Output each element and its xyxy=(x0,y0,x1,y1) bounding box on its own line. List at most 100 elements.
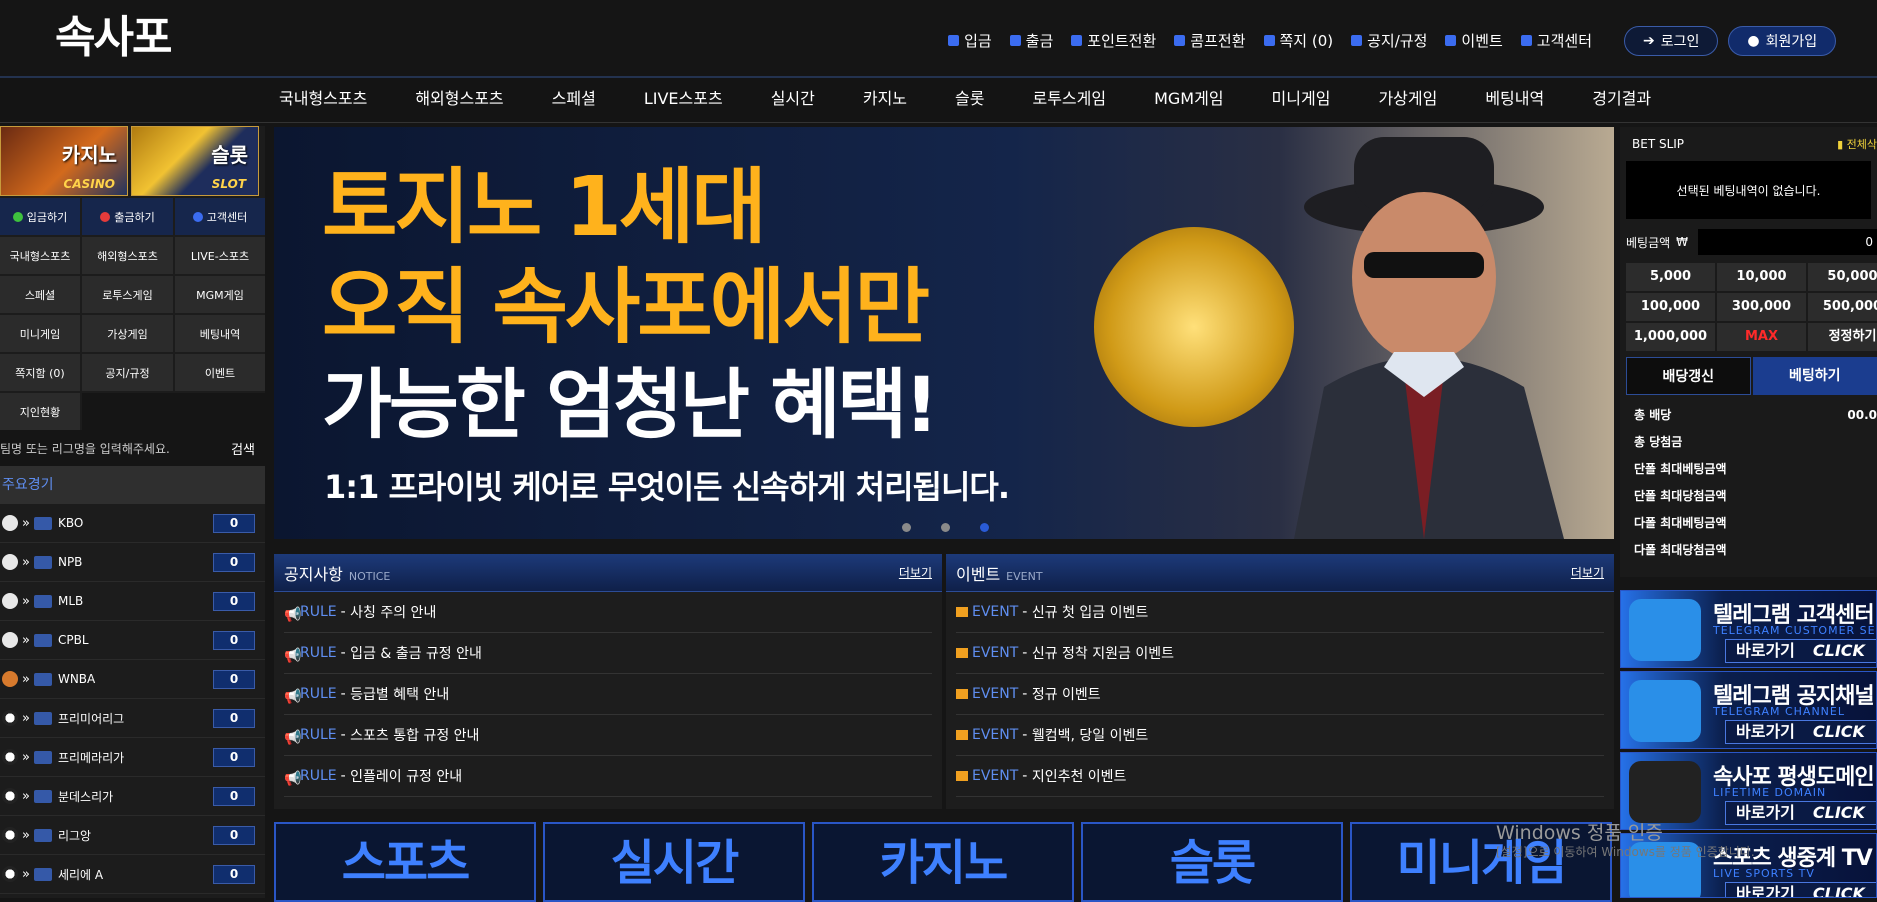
sidebar-item-mgm[interactable]: MGM게임 xyxy=(175,276,265,313)
notice-header: 공지사항 NOTICE 더보기 xyxy=(274,554,942,592)
banner-dot-3[interactable] xyxy=(980,523,989,532)
nav-domestic-sports[interactable]: 국내형스포츠 xyxy=(255,78,391,120)
sidebar-item-event[interactable]: 이벤트 xyxy=(175,354,265,391)
sidebar-item-referrals[interactable]: 지인현황 xyxy=(0,393,80,430)
sidebar-item-lotus[interactable]: 로투스게임 xyxy=(82,276,173,313)
sidebar-item-messages[interactable]: 쪽지함 (0) xyxy=(0,354,80,391)
nav-results[interactable]: 경기결과 xyxy=(1568,78,1675,120)
sidebar-empty-cell xyxy=(82,393,265,430)
promo-go-button[interactable]: 바로가기 CLICK xyxy=(1725,801,1876,825)
league-row-wnba[interactable]: » WNBA 0 xyxy=(0,660,265,699)
event-row[interactable]: EVENT - 신규 정착 지원금 이벤트 xyxy=(956,633,1604,674)
bet-slip-header: BET SLIP ▮ 전체삭 xyxy=(1620,127,1877,161)
nav-realtime[interactable]: 실시간 xyxy=(747,78,839,120)
double-chevron-icon: » xyxy=(22,515,30,531)
casino-button[interactable]: 카지노 CASINO xyxy=(0,126,128,196)
refresh-odds-button[interactable]: 배당갱신 xyxy=(1626,357,1751,395)
nav-overseas-sports[interactable]: 해외형스포츠 xyxy=(391,78,527,120)
tile-sports[interactable]: 스포츠 xyxy=(274,822,536,902)
banner-dot-2[interactable] xyxy=(941,523,950,532)
mascot-image xyxy=(1294,137,1564,539)
event-row[interactable]: EVENT - 정규 이벤트 xyxy=(956,674,1604,715)
sidebar-item-overseas-sports[interactable]: 해외형스포츠 xyxy=(82,237,173,274)
sidebar-item-bet-history[interactable]: 베팅내역 xyxy=(175,315,265,352)
sidebar-item-live-sports[interactable]: LIVE-스포츠 xyxy=(175,237,265,274)
site-logo[interactable]: 속사포 xyxy=(55,12,205,64)
nav-slot[interactable]: 슬롯 xyxy=(931,78,1008,120)
league-row-bundesliga[interactable]: » 분데스리가 0 xyxy=(0,777,265,816)
league-row-serie-a[interactable]: » 세리에 A0 xyxy=(0,855,265,894)
double-chevron-icon: » xyxy=(22,866,30,882)
notice-more-link[interactable]: 더보기 xyxy=(899,564,932,581)
promo-go-button[interactable]: 바로가기 CLICK xyxy=(1725,882,1876,897)
nav-lotus[interactable]: 로투스게임 xyxy=(1008,78,1130,120)
notice-row[interactable]: 📢 RULE - 등급별 혜택 안내 xyxy=(284,674,932,715)
place-bet-button[interactable]: 베팅하기 xyxy=(1752,357,1877,395)
event-row[interactable]: EVENT - 지인추천 이벤트 xyxy=(956,756,1604,797)
delete-all-button[interactable]: ▮ 전체삭 xyxy=(1837,136,1877,152)
quick-deposit[interactable]: 입금하기 xyxy=(0,198,80,235)
notice-row[interactable]: 📢 RULE - 인플레이 규정 안내 xyxy=(284,756,932,797)
top-link-message[interactable]: 쪽지 (0) xyxy=(1263,30,1333,51)
promo-go-button[interactable]: 바로가기 CLICK xyxy=(1725,639,1876,663)
league-row-ligue1[interactable]: » 리그앙 0 xyxy=(0,816,265,855)
top-link-notice[interactable]: 공지/규정 xyxy=(1351,30,1427,51)
top-link-support[interactable]: 고객센터 xyxy=(1520,30,1592,51)
chip-5000[interactable]: 5,000 xyxy=(1626,263,1715,291)
event-row[interactable]: EVENT - 웰컴백, 당일 이벤트 xyxy=(956,715,1604,756)
notice-row[interactable]: 📢 RULE - 사칭 주의 안내 xyxy=(284,592,932,633)
top-link-point[interactable]: 포인트전환 xyxy=(1071,30,1156,51)
league-row-kbo[interactable]: » KBO 0 xyxy=(0,504,265,543)
nav-minigame[interactable]: 미니게임 xyxy=(1248,78,1355,120)
promo-telegram-channel[interactable]: 텔레그램 공지채널 TELEGRAM CHANNEL 바로가기 CLICK xyxy=(1620,671,1877,749)
notice-row[interactable]: 📢 RULE - 입금 & 출금 규정 안내 xyxy=(284,633,932,674)
chip-1000000[interactable]: 1,000,000 xyxy=(1626,323,1715,351)
league-row-cpbl[interactable]: » CPBL 0 xyxy=(0,621,265,660)
search-button[interactable]: 검색 xyxy=(231,439,255,458)
event-more-link[interactable]: 더보기 xyxy=(1571,564,1604,581)
hero-banner[interactable]: 토지노 1세대 오직 속사포에서만 가능한 엄청난 혜택! 1:1 프라이빗 케… xyxy=(274,127,1614,539)
top-link-withdraw[interactable]: 출금 xyxy=(1009,30,1053,51)
chip-max[interactable]: MAX xyxy=(1717,323,1806,351)
top-link-event[interactable]: 이벤트 xyxy=(1445,30,1503,51)
banner-dot-1[interactable] xyxy=(902,523,911,532)
user-icon: ● xyxy=(1747,33,1760,49)
tile-realtime[interactable]: 실시간 xyxy=(543,822,805,902)
league-row-npb[interactable]: » NPB 0 xyxy=(0,543,265,582)
nav-virtual[interactable]: 가상게임 xyxy=(1354,78,1461,120)
sidebar-item-notice[interactable]: 공지/규정 xyxy=(82,354,173,391)
chip-100000[interactable]: 100,000 xyxy=(1626,293,1715,321)
search-input[interactable]: 팀명 또는 리그명을 입력해주세요. xyxy=(0,440,170,457)
sidebar-item-domestic-sports[interactable]: 국내형스포츠 xyxy=(0,237,80,274)
notice-row[interactable]: 📢 RULE - 스포츠 통합 규정 안내 xyxy=(284,715,932,756)
quick-withdraw[interactable]: 출금하기 xyxy=(82,198,173,235)
tile-slot[interactable]: 슬롯 xyxy=(1081,822,1343,902)
tile-casino[interactable]: 카지노 xyxy=(812,822,1074,902)
nav-live-sports[interactable]: LIVE스포츠 xyxy=(620,78,747,120)
chip-300000[interactable]: 300,000 xyxy=(1717,293,1806,321)
slot-button[interactable]: 슬롯 SLOT xyxy=(131,126,259,196)
bet-amount-input[interactable]: 0 xyxy=(1698,229,1877,255)
login-button[interactable]: ➔ 로그인 xyxy=(1624,26,1719,56)
top-link-deposit[interactable]: 입금 xyxy=(948,30,992,51)
sidebar-item-virtual[interactable]: 가상게임 xyxy=(82,315,173,352)
join-button[interactable]: ● 회원가입 xyxy=(1728,26,1837,56)
sidebar-item-special[interactable]: 스페셜 xyxy=(0,276,80,313)
chip-50000[interactable]: 50,000 xyxy=(1808,263,1877,291)
league-row-premier-league[interactable]: » 프리미어리그 0 xyxy=(0,699,265,738)
chip-10000[interactable]: 10,000 xyxy=(1717,263,1806,291)
nav-mgm[interactable]: MGM게임 xyxy=(1130,78,1247,120)
top-link-comp[interactable]: 콤프전환 xyxy=(1174,30,1246,51)
nav-bet-history[interactable]: 베팅내역 xyxy=(1461,78,1568,120)
event-row[interactable]: EVENT - 신규 첫 입금 이벤트 xyxy=(956,592,1604,633)
nav-special[interactable]: 스페셜 xyxy=(528,78,620,120)
quick-support[interactable]: 고객센터 xyxy=(175,198,265,235)
sidebar-item-minigame[interactable]: 미니게임 xyxy=(0,315,80,352)
chip-reset[interactable]: 정정하기 xyxy=(1808,323,1877,351)
league-row-laliga[interactable]: » 프리메라리가 0 xyxy=(0,738,265,777)
league-row-mlb[interactable]: » MLB 0 xyxy=(0,582,265,621)
chip-500000[interactable]: 500,000 xyxy=(1808,293,1877,321)
promo-go-button[interactable]: 바로가기 CLICK xyxy=(1725,720,1876,744)
promo-telegram-support[interactable]: 텔레그램 고객센터 TELEGRAM CUSTOMER SERVI 바로가기CL… xyxy=(1620,590,1877,668)
nav-casino[interactable]: 카지노 xyxy=(839,78,931,120)
